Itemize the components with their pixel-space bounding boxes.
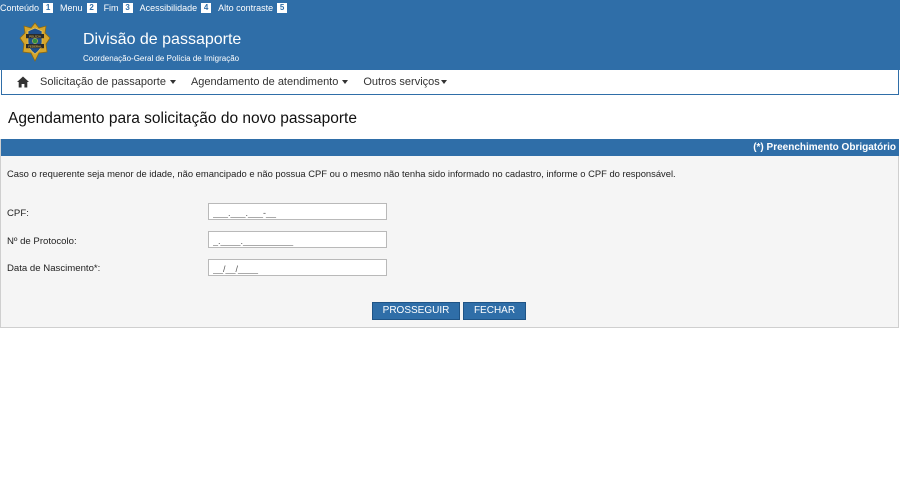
proceed-button[interactable]: PROSSEGUIR [372,302,460,320]
protocol-number-input[interactable] [208,231,387,248]
accessibility-label: Fim [103,3,119,13]
form-panel-header: (*) Preenchimento Obrigatório [1,139,899,156]
cpf-label: CPF: [7,208,29,219]
accessibility-link-menu[interactable]: Menu 2 [60,3,97,13]
nav-item-label: Solicitação de passaporte [40,76,166,88]
accesskey-badge: 3 [122,3,133,13]
form-info-text: Caso o requerente seja menor de idade, n… [7,168,676,179]
birth-date-label: Data de Nascimento*: [7,263,101,274]
accessibility-link-conteudo[interactable]: Conteúdo 1 [0,3,54,13]
accesskey-badge: 5 [277,3,288,13]
accesskey-badge: 4 [201,3,212,13]
protocol-number-label: Nº de Protocolo: [7,236,77,247]
nav-item-agendamento-de-atendimento[interactable]: Agendamento de atendimento [190,76,349,88]
caret-down-icon [440,80,447,84]
page-title: Agendamento para solicitação do novo pas… [8,110,357,127]
site-title: Divisão de passaporte [83,31,242,48]
site-header: Conteúdo 1 Menu 2 Fim 3 Acessibilidade 4 Alt… [0,0,900,70]
caret-down-icon [169,80,176,84]
accessibility-label: Conteúdo [0,3,40,13]
accessibility-label: Acessibilidade [139,3,198,13]
svg-text:POLÍCIA: POLÍCIA [29,33,42,38]
nav-item-label: Agendamento de atendimento [190,76,339,88]
home-icon[interactable] [16,75,30,89]
accessibility-link-acessibilidade[interactable]: Acessibilidade 4 [140,3,212,13]
birth-date-input[interactable] [208,259,387,276]
accessibility-label: Alto contraste [218,3,274,13]
nav-item-label: Outros serviços [363,76,440,88]
site-subtitle: Coordenação-Geral de Polícia de Imigraçã… [83,54,240,63]
required-fields-note: (*) Preenchimento Obrigatório [753,142,896,153]
accesskey-badge: 1 [43,3,54,13]
caret-down-icon [342,80,349,84]
accessibility-link-alto-contraste[interactable]: Alto contraste 5 [218,3,288,13]
nav-item-outros-servicos[interactable]: Outros serviços [363,76,447,88]
accessibility-label: Menu [60,3,83,13]
svg-text:FEDERAL: FEDERAL [28,44,42,48]
accessibility-link-fim[interactable]: Fim 3 [104,3,133,13]
nav-item-solicitacao-de-passaporte[interactable]: Solicitação de passaporte [40,76,176,88]
close-button[interactable]: FECHAR [463,302,526,320]
scheduling-form-panel: (*) Preenchimento Obrigatório Caso o req… [0,139,899,328]
cpf-input[interactable] [208,203,387,220]
main-nav: Solicitação de passaporte Agendamento de… [1,70,899,95]
accessibility-bar: Conteúdo 1 Menu 2 Fim 3 Acessibilidade 4 Alt… [0,2,294,14]
accesskey-badge: 2 [86,3,97,13]
policia-federal-badge-icon[interactable]: POLÍCIA FEDERAL [19,22,51,62]
